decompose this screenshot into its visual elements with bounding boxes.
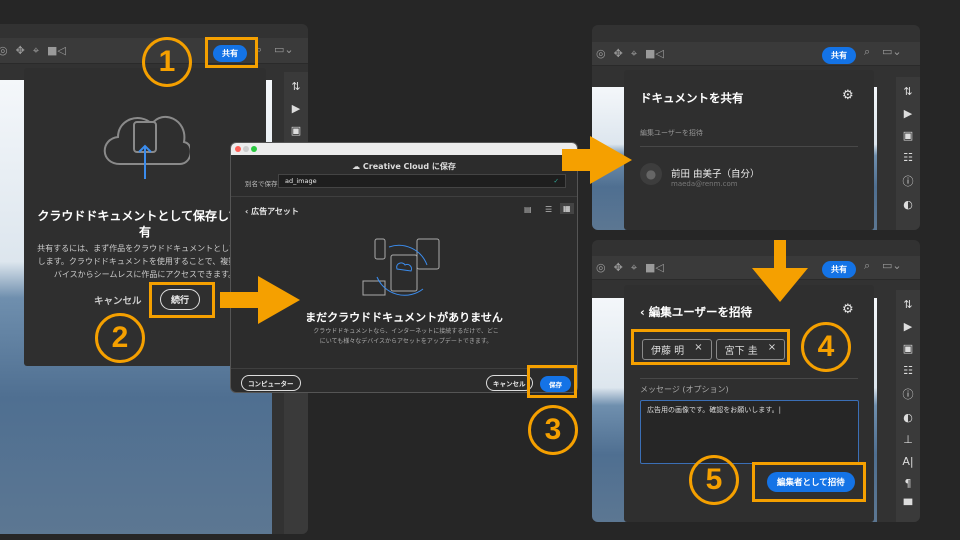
arrow-right-icon	[220, 276, 300, 324]
arrow-right-icon	[562, 136, 632, 184]
arrow-down-icon	[752, 240, 808, 302]
flow-arrows	[220, 136, 808, 324]
